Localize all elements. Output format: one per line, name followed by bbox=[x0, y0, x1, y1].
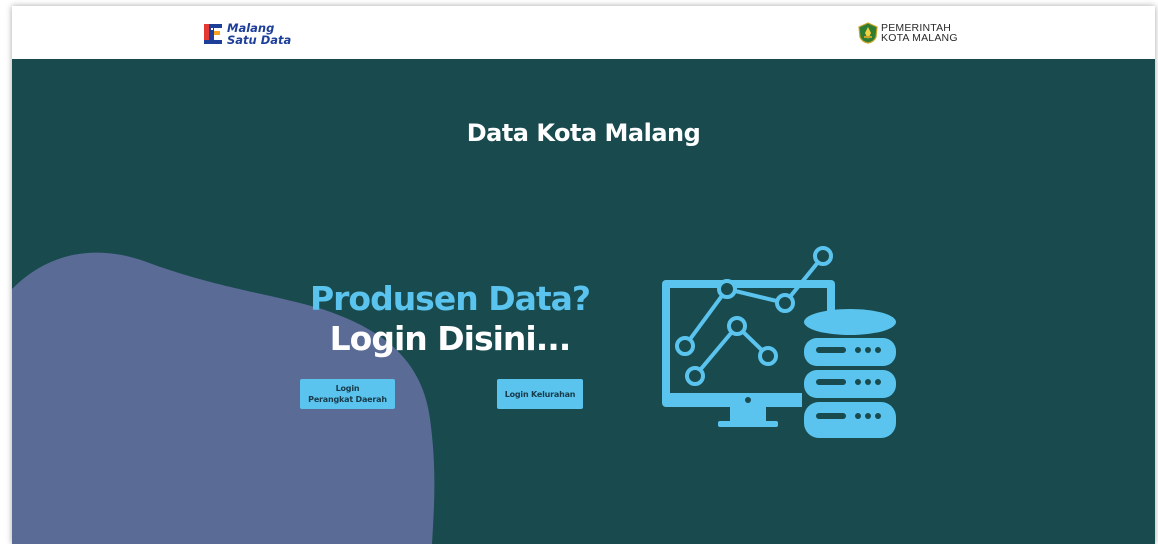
brand-line2: Satu Data bbox=[227, 33, 292, 47]
brand-logo[interactable]: Malang Satu Data bbox=[202, 20, 291, 48]
brand-name: Malang Satu Data bbox=[227, 22, 291, 46]
hero-section: Data Kota Malang Produsen Data? Login Di… bbox=[12, 59, 1155, 544]
login-kelurahan-button[interactable]: Login Kelurahan bbox=[497, 379, 583, 409]
producer-question: Produsen Data? bbox=[309, 279, 591, 318]
pemerintah-kota-malang-emblem-icon bbox=[858, 22, 878, 44]
button-label-line2: Perangkat Daerah bbox=[308, 395, 387, 404]
login-prompt: Login Disini... bbox=[329, 319, 572, 358]
gov-line2: KOTA MALANG bbox=[881, 32, 958, 44]
button-label: Login Kelurahan bbox=[504, 389, 576, 399]
database-server-icon bbox=[802, 309, 898, 444]
browser-viewport: Malang Satu Data PEMERINTAH KOTA MALANG … bbox=[12, 6, 1155, 544]
page-title: Data Kota Malang bbox=[466, 119, 701, 147]
button-label-line1: Login bbox=[335, 384, 360, 393]
site-header: Malang Satu Data PEMERINTAH KOTA MALANG bbox=[12, 6, 1155, 59]
data-illustration bbox=[662, 246, 898, 444]
government-logo[interactable]: PEMERINTAH KOTA MALANG bbox=[858, 22, 958, 44]
malang-satu-data-logo-icon bbox=[202, 21, 224, 47]
login-perangkat-daerah-button[interactable]: Login Perangkat Daerah bbox=[300, 379, 395, 409]
government-name: PEMERINTAH KOTA MALANG bbox=[881, 23, 958, 44]
